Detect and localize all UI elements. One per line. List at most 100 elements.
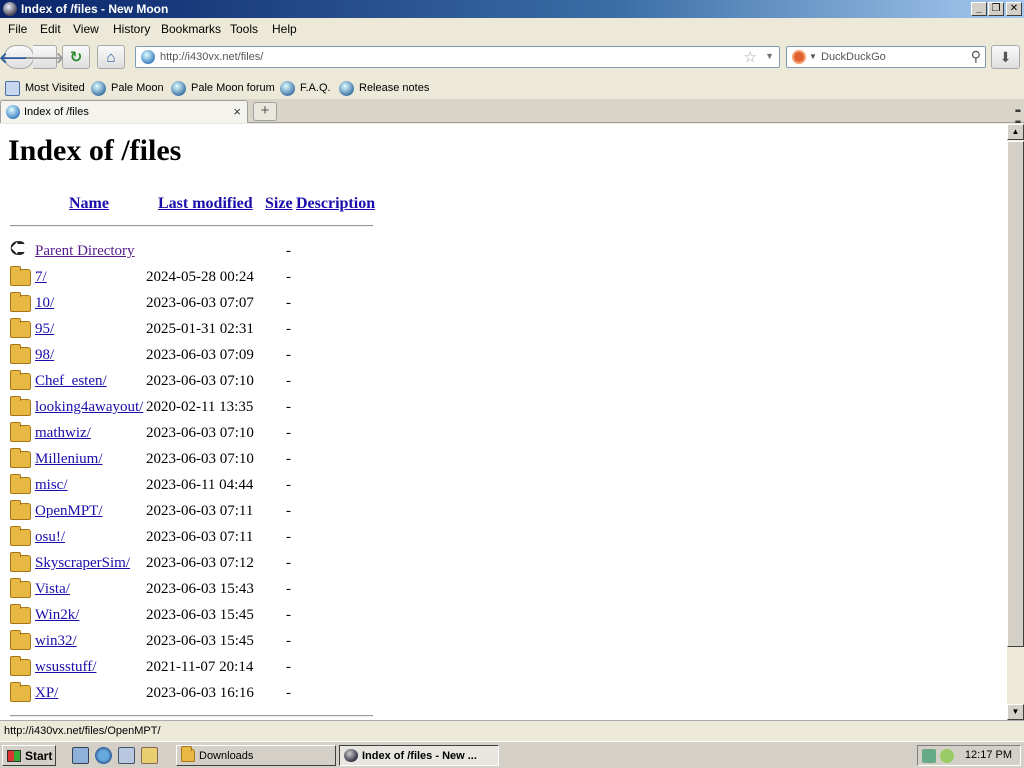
column-header-size[interactable]: Size [265,195,293,213]
menu-help[interactable]: Help [272,22,297,36]
scroll-down-button[interactable]: ▼ [1007,704,1024,720]
table-row: 98/2023-06-03 07:09 - [0,344,400,371]
site-identity-icon[interactable] [141,50,155,64]
bookmark-most-visited[interactable]: Most Visited [5,79,85,97]
bookmark-label: Most Visited [25,82,85,94]
start-button[interactable]: Start [2,745,56,766]
outlook-express-icon[interactable] [118,747,135,764]
file-link[interactable]: win32/ [35,633,77,650]
minimize-button[interactable]: _ [971,2,987,16]
home-button[interactable]: ⌂ [97,45,125,69]
clock[interactable]: 12:17 PM [965,749,1012,761]
menu-history[interactable]: History [113,22,150,36]
file-size: - [286,633,291,649]
most-visited-icon [5,80,20,96]
last-modified: 2023-06-03 15:43 [146,581,254,597]
file-size: - [286,659,291,675]
file-link[interactable]: looking4awayout/ [35,399,143,416]
close-tab-icon[interactable]: × [233,104,241,119]
scroll-up-button[interactable]: ▲ [1007,124,1024,140]
file-link[interactable]: mathwiz/ [35,425,91,442]
show-desktop-icon[interactable] [72,747,89,764]
start-label: Start [25,748,53,763]
title-bar[interactable]: Index of /files - New Moon _ ❐ ✕ [0,0,1024,18]
folder-icon [181,746,195,762]
tab-index-of-files[interactable]: Index of /files × [0,100,248,123]
taskbar-item-downloads[interactable]: Downloads [176,745,336,766]
column-header-description[interactable]: Description [296,195,375,213]
menu-tools[interactable]: Tools [230,22,258,36]
bookmark-release-notes[interactable]: Release notes [339,79,429,97]
close-button[interactable]: ✕ [1006,2,1022,16]
file-link[interactable]: Chef_esten/ [35,373,107,390]
taskbar-item-browser[interactable]: Index of /files - New ... [339,745,499,766]
last-modified: 2023-06-03 15:45 [146,607,254,623]
file-link[interactable]: Win2k/ [35,607,79,624]
pale-moon-icon [339,80,354,96]
file-link[interactable]: osu!/ [35,529,65,546]
folder-icon [10,630,31,650]
footer-divider [10,715,373,717]
file-link[interactable]: 98/ [35,347,54,364]
file-size: - [286,373,291,389]
downloads-button[interactable]: ⬇ [991,45,1020,69]
folder-icon [10,266,31,286]
last-modified: 2023-06-03 07:11 [146,503,254,519]
file-link[interactable]: XP/ [35,685,58,702]
new-tab-button[interactable]: + [253,102,277,121]
folder-icon [10,474,31,494]
file-size: - [286,477,291,493]
column-header-last-modified[interactable]: Last modified [158,195,253,213]
address-bar[interactable]: http://i430vx.net/files/ ☆ ▼ [135,46,780,68]
last-modified: 2023-06-03 07:11 [146,529,254,545]
scrollbar-thumb[interactable] [1007,141,1024,647]
file-link[interactable]: misc/ [35,477,68,494]
new-moon-app-icon [3,2,17,16]
file-link[interactable]: OpenMPT/ [35,503,103,520]
magnifier-icon[interactable]: ⚲ [971,48,981,65]
last-modified: 2025-01-31 02:31 [146,321,254,337]
file-link[interactable]: Parent Directory [35,243,135,260]
file-link[interactable]: Vista/ [35,581,70,598]
volume-icon[interactable] [940,749,954,763]
file-link[interactable]: 10/ [35,295,54,312]
restore-button[interactable]: ❐ [988,2,1004,16]
search-bar[interactable]: ▼ DuckDuckGo ⚲ [786,46,986,68]
file-link[interactable]: 7/ [35,269,47,286]
duckduckgo-icon[interactable] [792,50,806,64]
vertical-scrollbar[interactable]: ▲ ▼ [1007,124,1024,720]
windows-flag-icon [7,749,21,762]
search-engine-dropdown-icon[interactable]: ▼ [809,52,817,61]
url-text[interactable]: http://i430vx.net/files/ [160,51,263,63]
file-link[interactable]: SkyscraperSim/ [35,555,130,572]
forward-button[interactable]: 🡒 [24,45,65,69]
header-divider [10,225,373,227]
down-arrow-icon: ▼ [1011,707,1020,716]
table-row: wsusstuff/2021-11-07 20:14 - [0,656,400,683]
last-modified: 2020-02-11 13:35 [146,399,254,415]
status-bar: http://i430vx.net/files/OpenMPT/ [0,720,1024,741]
file-link[interactable]: wsusstuff/ [35,659,96,676]
search-input[interactable]: DuckDuckGo [821,51,886,63]
internet-explorer-icon[interactable] [95,747,112,764]
bookmark-star-icon[interactable]: ☆ [744,48,757,66]
file-link[interactable]: Millenium/ [35,451,103,468]
file-size: - [286,321,291,337]
download-arrow-icon: ⬇ [999,49,1012,65]
folder-icon [10,552,31,572]
menu-bookmarks[interactable]: Bookmarks [161,22,221,36]
url-dropdown-icon[interactable]: ▼ [765,51,774,61]
bookmark-faq[interactable]: F.A.Q. [280,79,331,97]
network-icon[interactable] [922,749,936,763]
file-link[interactable]: 95/ [35,321,54,338]
menu-edit[interactable]: Edit [40,22,61,36]
file-size: - [286,425,291,441]
bookmark-pale-moon[interactable]: Pale Moon [91,79,164,97]
table-row: XP/2023-06-03 16:16 - [0,682,400,709]
reload-button[interactable]: ↻ [62,45,90,69]
menu-file[interactable]: File [8,22,27,36]
column-header-name[interactable]: Name [69,195,109,213]
bookmark-pale-moon-forum[interactable]: Pale Moon forum [171,79,275,97]
menu-view[interactable]: View [73,22,99,36]
explorer-icon[interactable] [141,747,158,764]
